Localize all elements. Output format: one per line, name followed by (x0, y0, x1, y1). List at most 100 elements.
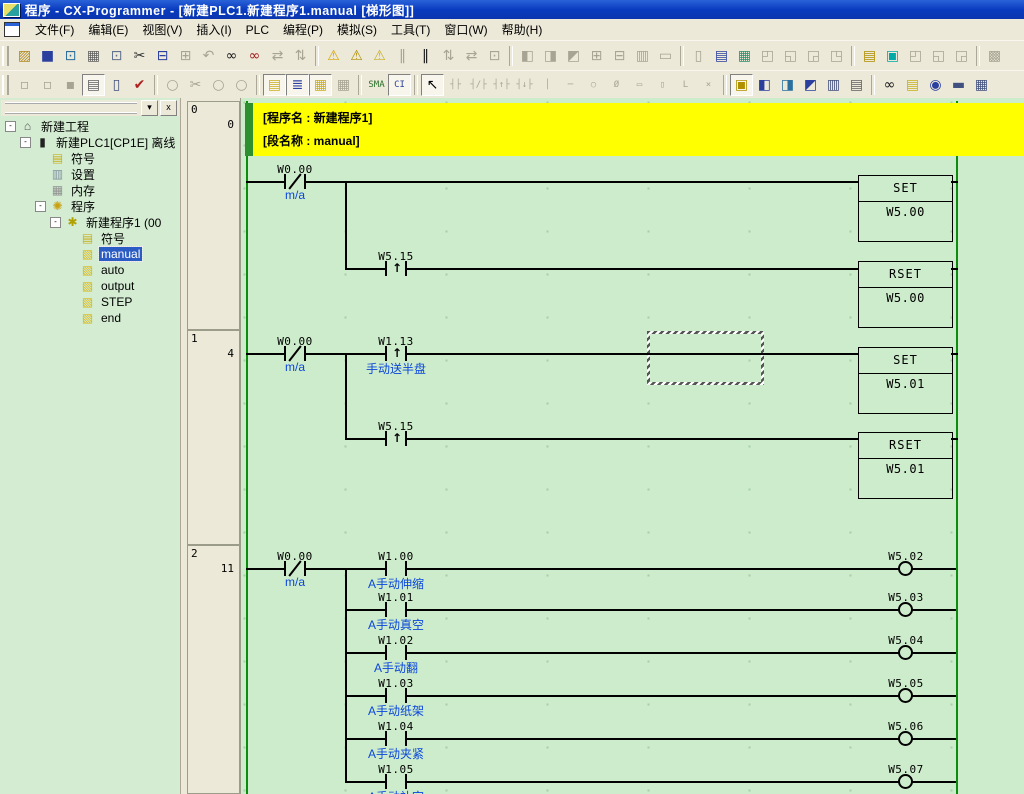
open-mnemonic-window-button[interactable]: ◨ (776, 74, 799, 96)
tree-item-新建PLC1[CP1E] 离线[interactable]: -▮新建PLC1[CP1E] 离线 (1, 134, 179, 150)
properties-button[interactable]: ▤ (845, 74, 868, 96)
rung-cell-0[interactable]: 00 (187, 101, 240, 330)
symbols-icon: ▤ (50, 151, 65, 165)
tree-item-新建工程[interactable]: -⌂新建工程 (1, 118, 179, 134)
time-chart-monitor-button[interactable]: ▦ (733, 45, 756, 67)
mnemonic-view-button[interactable]: SMA (365, 74, 388, 96)
instruction-box-SET-W5.00[interactable]: SETW5.00 (858, 175, 953, 242)
tree-item-STEP[interactable]: ▧STEP (1, 294, 179, 310)
cross-reference-report-button[interactable]: ∞ (878, 74, 901, 96)
save-project-button[interactable]: ■ (36, 45, 59, 67)
tree-item-label: 新建程序1 (00 (84, 214, 163, 231)
menu-item-4[interactable]: PLC (239, 21, 276, 39)
workspace-drag-grip[interactable] (5, 102, 137, 114)
syntax-check-button[interactable]: ✔ (128, 74, 151, 96)
open-project-button[interactable]: ▨ (13, 45, 36, 67)
check-page-button[interactable]: ▯ (105, 74, 128, 96)
tree-item-end[interactable]: ▧end (1, 310, 179, 326)
menu-item-9[interactable]: 帮助(H) (495, 19, 550, 40)
window-option-4-button: ◳ (825, 45, 848, 67)
title-bar[interactable]: 程序 - CX-Programmer - [新建PLC1.新建程序1.manua… (0, 0, 1024, 19)
box-output-wire (951, 438, 958, 440)
select-tool-button[interactable]: ↖ (421, 74, 444, 96)
show-symbol-bar-button[interactable]: ▤ (82, 74, 105, 96)
open-diagram-window-button[interactable]: ◧ (753, 74, 776, 96)
comment-instruction-view-button[interactable]: CI (388, 74, 411, 96)
compile-all-programs-button[interactable]: ⚠ (345, 45, 368, 67)
tree-expander-icon[interactable]: - (20, 137, 31, 148)
copy-button[interactable]: ⊟ (151, 45, 174, 67)
instruction-box-RSET-W5.01[interactable]: RSETW5.01 (858, 432, 953, 499)
instruction-operand: W5.00 (859, 288, 952, 305)
pause-button[interactable]: ‖ (414, 45, 437, 67)
show-monitor-data-button[interactable]: ▦ (309, 74, 332, 96)
wire-horizontal (345, 738, 956, 740)
online-program-check-button[interactable]: ⚠ (368, 45, 391, 67)
print-button[interactable]: ▦ (82, 45, 105, 67)
output-coil-W5.06[interactable] (898, 731, 913, 746)
output-window-button[interactable]: ▬ (947, 74, 970, 96)
compile-program-icon: ⚠ (327, 49, 340, 63)
instruction-box-SET-W5.01[interactable]: SETW5.01 (858, 347, 953, 414)
data-trace-button[interactable]: ▤ (710, 45, 733, 67)
tree-expander-icon[interactable]: - (5, 121, 16, 132)
tree-item-符号[interactable]: ▤符号 (1, 150, 179, 166)
output-coil-W5.03[interactable] (898, 602, 913, 617)
menu-item-6[interactable]: 模拟(S) (330, 19, 384, 40)
rung-cell-1[interactable]: 14 (187, 330, 240, 545)
section-icon: ▧ (80, 247, 95, 261)
selected-cell-box[interactable] (647, 331, 764, 385)
wire-horizontal (345, 268, 858, 270)
output-coil-W5.07[interactable] (898, 774, 913, 789)
workspace-dropdown-button[interactable]: ▾ (141, 100, 158, 116)
toggle-project-workspace-button[interactable]: ▣ (730, 74, 753, 96)
print-preview-button[interactable]: ⊡ (105, 45, 128, 67)
instruction-box-RSET-W5.00[interactable]: RSETW5.00 (858, 261, 953, 328)
menu-item-8[interactable]: 窗口(W) (437, 19, 494, 40)
output-coil-W5.04[interactable] (898, 645, 913, 660)
show-comments-button[interactable]: ▤ (263, 74, 286, 96)
tree-item-程序[interactable]: -✺程序 (1, 198, 179, 214)
show-rung-annotations-button[interactable]: ≣ (286, 74, 309, 96)
tree-item-manual[interactable]: ▧manual (1, 246, 179, 262)
output-coil-W5.02[interactable] (898, 561, 913, 576)
watch-window-button[interactable]: ▦ (970, 74, 993, 96)
tree-item-设置[interactable]: ▥设置 (1, 166, 179, 182)
rung-cell-2[interactable]: 211 (187, 545, 240, 794)
menu-item-3[interactable]: 插入(I) (189, 19, 238, 40)
tree-expander-icon[interactable]: - (50, 217, 61, 228)
tree-item-内存[interactable]: ▦内存 (1, 182, 179, 198)
replace-button[interactable]: ∞ (243, 45, 266, 67)
open-section-list-button[interactable]: ▥ (822, 74, 845, 96)
menu-item-5[interactable]: 编程(P) (276, 19, 330, 40)
contact-address: W1.03 (351, 677, 441, 690)
menu-item-1[interactable]: 编辑(E) (81, 19, 135, 40)
output-coil-W5.05[interactable] (898, 688, 913, 703)
cut-button[interactable]: ✂ (128, 45, 151, 67)
menu-item-0[interactable]: 文件(F) (28, 19, 81, 40)
symbol-table-button[interactable]: ▤ (858, 45, 881, 67)
rung-comment-banner[interactable]: [程序名 : 新建程序1][段名称 : manual] (253, 103, 1024, 156)
tree-item-符号[interactable]: ▤符号 (1, 230, 179, 246)
tree-item-output[interactable]: ▧output (1, 278, 179, 294)
rung-number: 1 (191, 332, 198, 345)
menu-item-2[interactable]: 视图(V) (135, 19, 189, 40)
set-value-button: ▥ (631, 45, 654, 67)
workspace-close-button[interactable]: x (160, 100, 177, 116)
find-button[interactable]: ∞ (220, 45, 243, 67)
search-in-project-button[interactable]: ⊡ (59, 45, 82, 67)
new-vertical-line-button: │ (536, 74, 559, 96)
compile-program-button[interactable]: ⚠ (322, 45, 345, 67)
menu-item-7[interactable]: 工具(T) (384, 19, 437, 40)
ladder-diagram-canvas[interactable]: [程序名 : 新建程序1][段名称 : manual]W0.00m/aSETW5… (241, 98, 1024, 794)
comment-list-button[interactable]: ▤ (901, 74, 924, 96)
swap-windows-button[interactable]: ◩ (799, 74, 822, 96)
save-project-icon: ■ (41, 49, 54, 63)
pin-window-button[interactable]: ◉ (924, 74, 947, 96)
child-window-icon[interactable] (4, 22, 20, 37)
io-memory-button[interactable]: ▣ (881, 45, 904, 67)
tree-expander-icon[interactable]: - (35, 201, 46, 212)
app-icon (3, 3, 20, 17)
tree-item-auto[interactable]: ▧auto (1, 262, 179, 278)
tree-item-新建程序1 (00[interactable]: -✱新建程序1 (00 (1, 214, 179, 230)
